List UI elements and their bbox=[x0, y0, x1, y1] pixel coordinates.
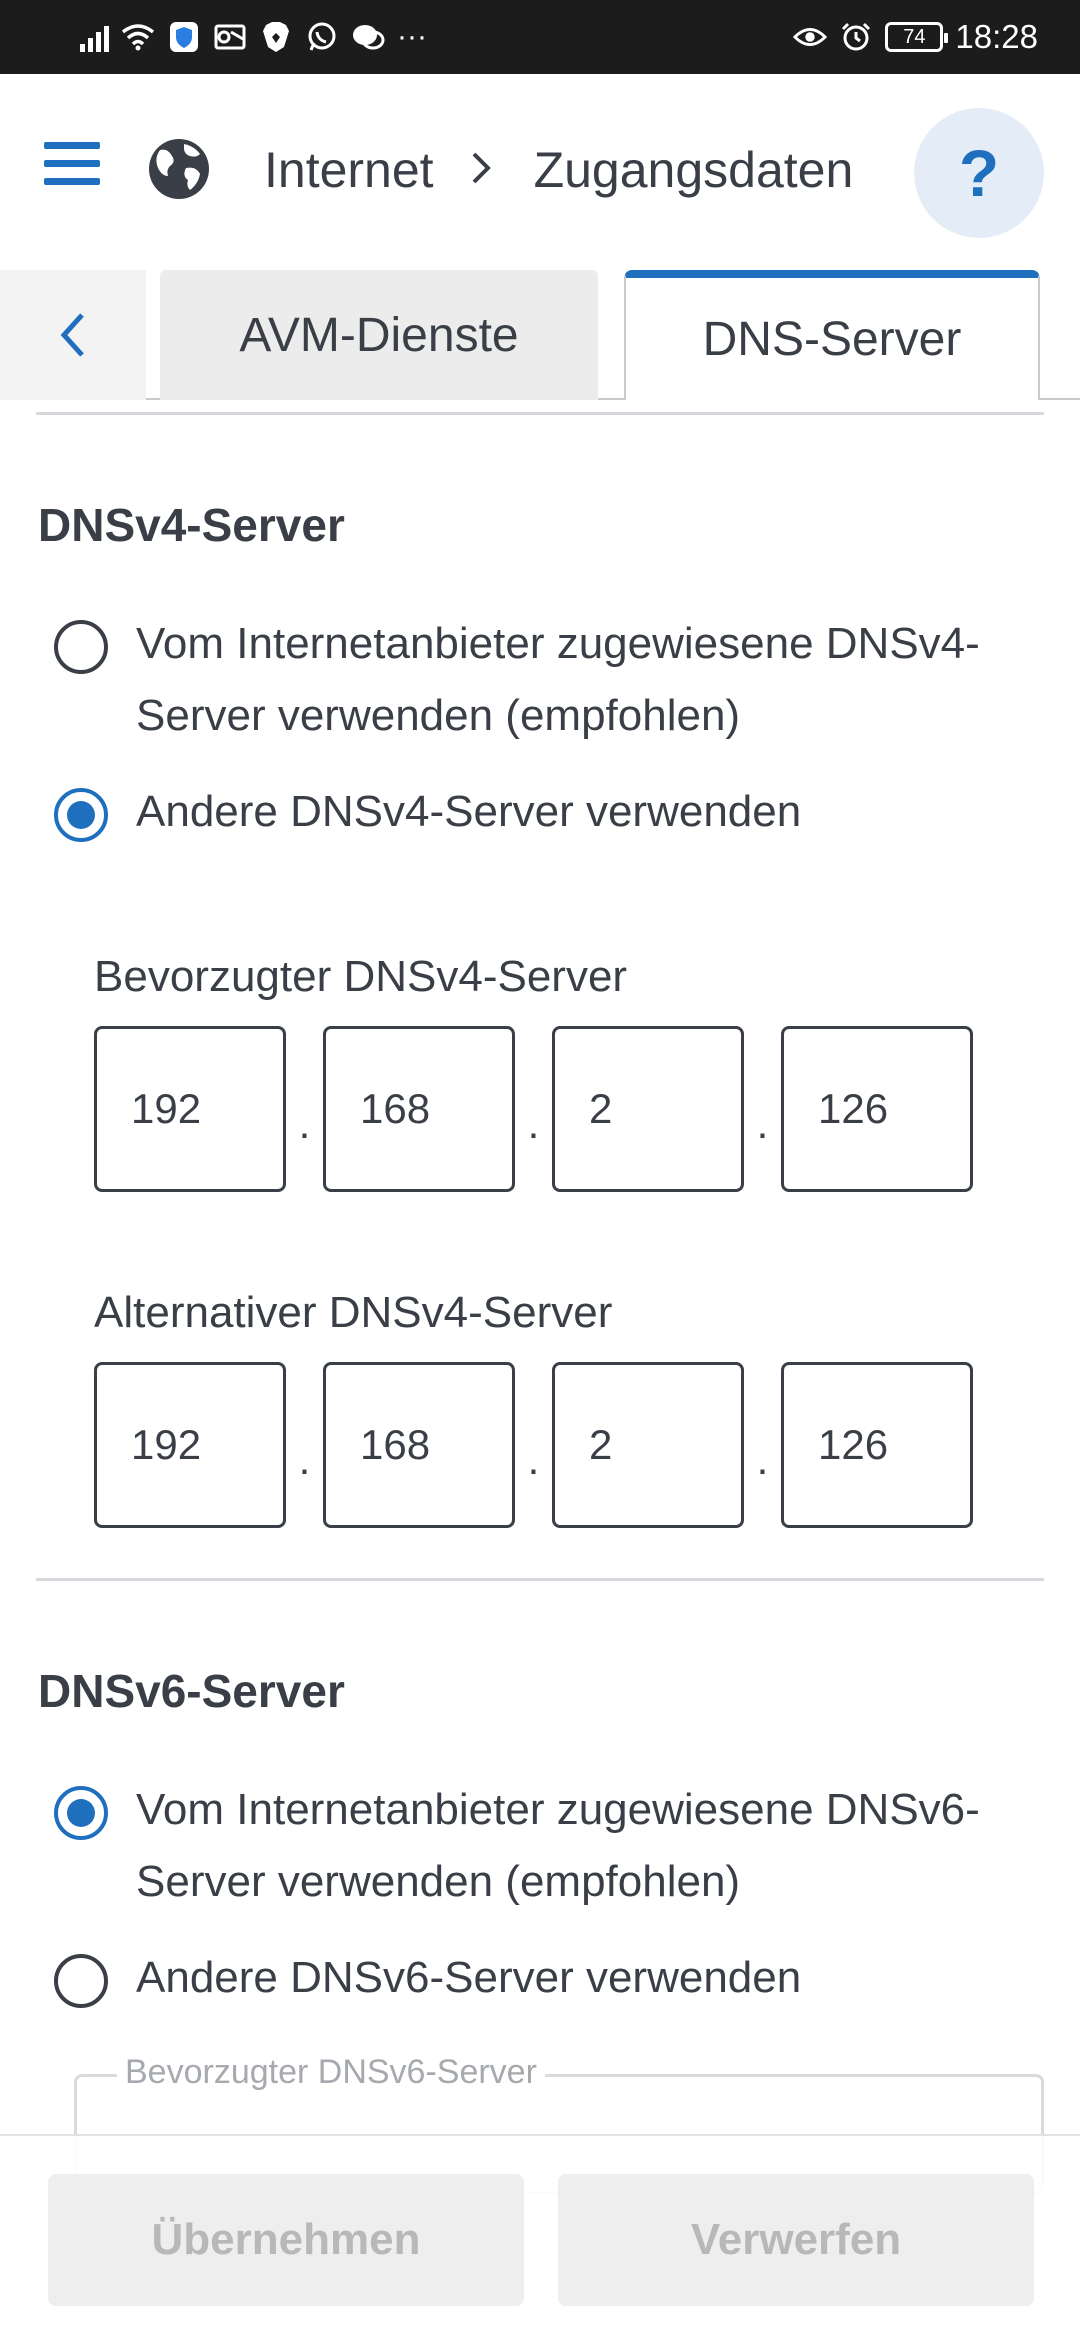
dnsv4-heading: DNSv4-Server bbox=[38, 499, 345, 551]
action-bar: Übernehmen Verwerfen bbox=[0, 2134, 1080, 2340]
brave-icon bbox=[259, 20, 293, 54]
ip-octet-2[interactable] bbox=[323, 1026, 515, 1192]
hamburger-menu-icon[interactable] bbox=[44, 142, 100, 190]
more-notifications: ··· bbox=[397, 20, 427, 53]
ip-dot: . bbox=[527, 1436, 540, 1483]
ip-octet-4[interactable] bbox=[781, 1026, 973, 1192]
help-button[interactable]: ? bbox=[914, 108, 1044, 238]
battery-level: 74 bbox=[903, 25, 926, 48]
radio-label: Andere DNSv4-Server verwenden bbox=[136, 787, 802, 836]
radio-dnsv4-provider[interactable] bbox=[54, 620, 108, 674]
eye-icon bbox=[793, 20, 828, 54]
active-tab-gap bbox=[626, 398, 1038, 400]
ip-octet-3[interactable] bbox=[552, 1026, 744, 1192]
status-bar: ··· 74 18:28 bbox=[0, 0, 1080, 74]
dnsv4-option-provider[interactable]: Vom Internetanbieter zugewiesene DNSv4-S… bbox=[54, 616, 1016, 752]
tab-scroll-left-button[interactable] bbox=[0, 270, 146, 400]
status-icons-left: ··· bbox=[80, 16, 427, 58]
dnsv6-option-provider[interactable]: Vom Internetanbieter zugewiesene DNSv6-S… bbox=[54, 1782, 1016, 1918]
signal-icon bbox=[80, 22, 109, 52]
breadcrumb-zugangsdaten: Zugangsdaten bbox=[533, 142, 854, 198]
alternative-dnsv4-input: . . . bbox=[94, 1362, 973, 1528]
ip-octet-4[interactable] bbox=[781, 1362, 973, 1528]
breadcrumb-internet[interactable]: Internet bbox=[264, 141, 434, 199]
chat-icon bbox=[351, 20, 385, 54]
preferred-dnsv4-label: Bevorzugter DNSv4-Server bbox=[94, 952, 628, 1001]
battery-icon: 74 bbox=[885, 22, 949, 52]
chevron-right-icon bbox=[470, 143, 494, 197]
ip-dot: . bbox=[756, 1436, 769, 1483]
ip-dot: . bbox=[527, 1100, 540, 1147]
tab-bar: AVM-Dienste DNS-Server bbox=[0, 264, 1080, 400]
dnsv4-option-other[interactable]: Andere DNSv4-Server verwenden bbox=[54, 784, 801, 848]
ip-dot: . bbox=[298, 1436, 311, 1483]
radio-dnsv4-other[interactable] bbox=[54, 788, 108, 842]
app-header: Internet Zugangsdaten ? bbox=[0, 74, 1080, 264]
discard-button[interactable]: Verwerfen bbox=[558, 2174, 1034, 2306]
radio-label: Vom Internetanbieter zugewiesene DNSv6-S… bbox=[136, 1785, 980, 1906]
radio-dnsv6-other[interactable] bbox=[54, 1954, 108, 2008]
chevron-left-icon bbox=[60, 313, 84, 357]
radio-dnsv6-provider[interactable] bbox=[54, 1786, 108, 1840]
apply-button[interactable]: Übernehmen bbox=[48, 2174, 524, 2306]
tab-avm-dienste[interactable]: AVM-Dienste bbox=[160, 270, 598, 400]
divider bbox=[36, 1578, 1044, 1581]
ip-octet-3[interactable] bbox=[552, 1362, 744, 1528]
tab-dns-server[interactable]: DNS-Server bbox=[624, 270, 1040, 400]
radio-label: Vom Internetanbieter zugewiesene DNSv4-S… bbox=[136, 619, 980, 740]
ip-octet-2[interactable] bbox=[323, 1362, 515, 1528]
status-icons-right: 74 18:28 bbox=[793, 14, 1038, 60]
globe-icon bbox=[146, 136, 212, 202]
ip-octet-1[interactable] bbox=[94, 1026, 286, 1192]
breadcrumb: Internet Zugangsdaten bbox=[264, 140, 853, 200]
dnsv6-heading: DNSv6-Server bbox=[38, 1665, 345, 1717]
radio-label: Andere DNSv6-Server verwenden bbox=[136, 1953, 802, 2002]
alarm-icon bbox=[839, 20, 873, 54]
tab-label: AVM-Dienste bbox=[239, 308, 519, 362]
tab-label: DNS-Server bbox=[702, 312, 962, 366]
preferred-dnsv6-label: Bevorzugter DNSv6-Server bbox=[117, 2053, 545, 2092]
outlook-icon bbox=[213, 20, 247, 54]
clock: 18:28 bbox=[955, 18, 1038, 55]
wifi-icon bbox=[121, 20, 155, 54]
alternative-dnsv4-label: Alternativer DNSv4-Server bbox=[94, 1288, 613, 1337]
preferred-dnsv4-input: . . . bbox=[94, 1026, 973, 1192]
ip-octet-1[interactable] bbox=[94, 1362, 286, 1528]
dnsv6-option-other[interactable]: Andere DNSv6-Server verwenden bbox=[54, 1950, 801, 2014]
help-icon: ? bbox=[958, 136, 1000, 210]
shield-icon bbox=[167, 20, 201, 54]
divider bbox=[36, 412, 1044, 415]
whatsapp-icon bbox=[305, 20, 339, 54]
ip-dot: . bbox=[756, 1100, 769, 1147]
ip-dot: . bbox=[298, 1100, 311, 1147]
